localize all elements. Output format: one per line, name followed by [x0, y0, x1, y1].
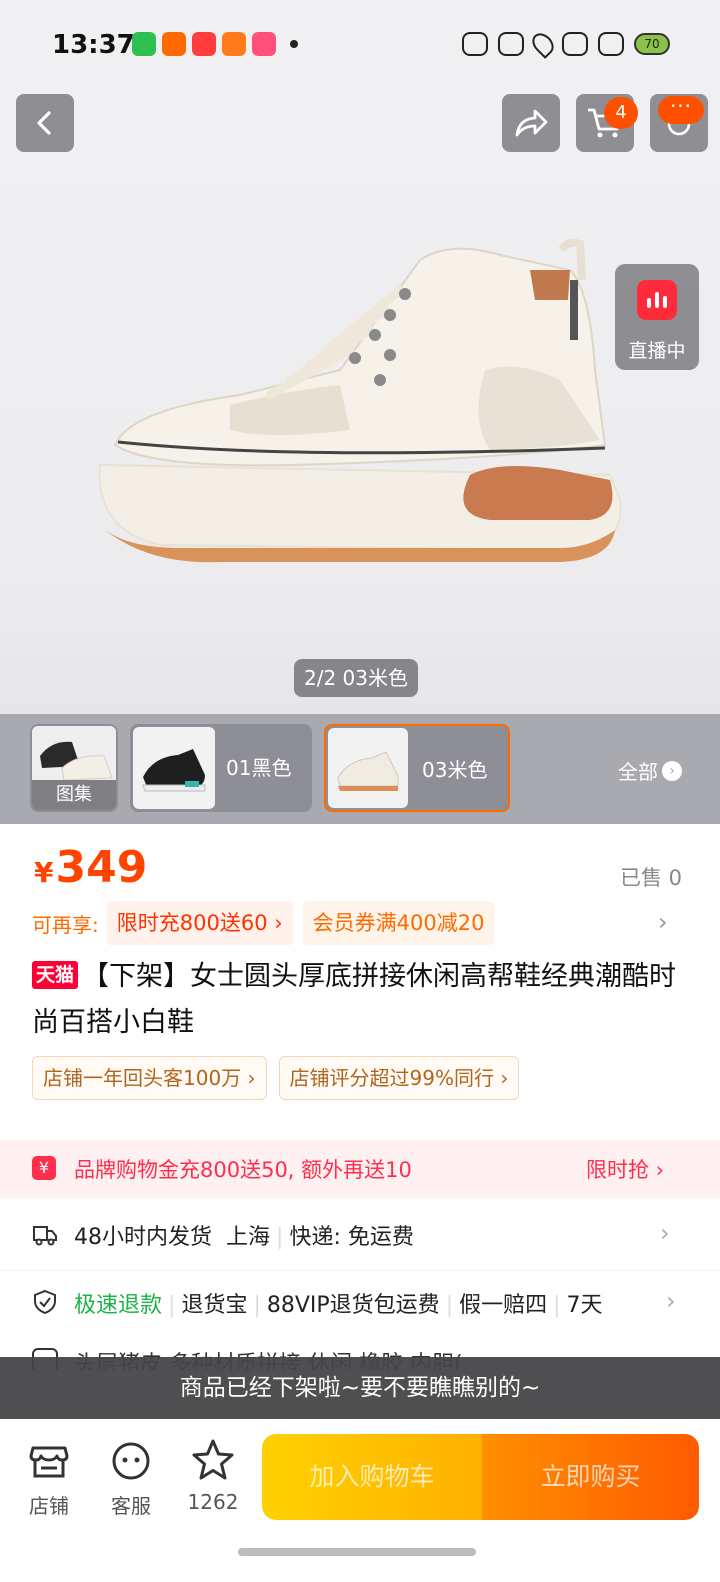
chevron-right-icon[interactable]: ›: [658, 908, 668, 936]
favorite-count: 1262: [187, 1490, 239, 1514]
tmall-badge: 天猫: [32, 961, 79, 989]
alarm-icon: [462, 32, 488, 56]
cart-count-badge: 4: [604, 97, 638, 129]
chevron-right-icon: ›: [660, 1287, 676, 1315]
star-icon: [192, 1439, 234, 1480]
location-icon: [528, 29, 558, 59]
shop-tag-rating[interactable]: 店铺评分超过99%同行 ›: [278, 1056, 520, 1100]
alibaba-icon: [162, 32, 186, 56]
mute-icon: [498, 32, 524, 56]
yuan-icon: ¥: [32, 1156, 56, 1180]
add-to-cart-button[interactable]: 加入购物车: [262, 1434, 482, 1520]
shipping-row[interactable]: 48小时内发货 上海 | 快递: 免运费 ›: [0, 1203, 720, 1263]
truck-icon: [33, 1226, 57, 1246]
price-currency: ¥: [34, 856, 54, 889]
promo-tag-coupon[interactable]: 会员券满400减20: [302, 901, 495, 945]
shopping-gold-banner[interactable]: ¥ 品牌购物金充800送50, 额外再送10 限时抢 ›: [0, 1140, 720, 1198]
618-app-icon: [252, 32, 276, 56]
share-button[interactable]: [502, 94, 560, 152]
signal-5g-icon: [598, 32, 624, 56]
buy-now-button[interactable]: 立即购买: [482, 1434, 699, 1520]
shop-tags: 店铺一年回头客100万 › 店铺评分超过99%同行 ›: [32, 1056, 520, 1100]
live-label: 直播中: [628, 340, 686, 362]
store-label: 店铺: [29, 1494, 69, 1518]
price-value: 349: [55, 842, 148, 893]
status-bar: 13:37 70: [0, 0, 720, 90]
variant-beige-image: [328, 728, 408, 808]
all-variants-button[interactable]: 全部 ›: [618, 756, 682, 785]
gallery-label: 图集: [32, 780, 116, 810]
product-title: 天猫 【下架】女士圆头厚底拼接休闲高帮鞋经典潮酷时尚百搭小白鞋: [32, 954, 692, 1046]
store-button[interactable]: 店铺: [14, 1438, 84, 1519]
bottom-action-bar: 店铺 客服 1262 加入购物车 立即购买: [0, 1420, 720, 1582]
battery-icon: 70: [634, 33, 670, 55]
variant-black-image: [133, 727, 215, 809]
live-bars-icon: [637, 280, 677, 320]
delisted-toast: 商品已经下架啦~要不要瞧瞧别的~: [0, 1357, 720, 1419]
chevron-left-icon: [37, 111, 51, 135]
service-label: 客服: [111, 1494, 151, 1518]
app-icon: [222, 32, 246, 56]
variant-strip: 图集 01黑色 03米色 全部 ›: [0, 714, 720, 824]
variant-label: 01黑色: [226, 756, 292, 780]
service-icon: [112, 1442, 150, 1480]
shop-tag-repeat-customers[interactable]: 店铺一年回头客100万 ›: [32, 1056, 267, 1100]
shield-check-icon: [34, 1289, 56, 1315]
status-app-icons: [132, 32, 298, 56]
favorite-button[interactable]: 1262: [178, 1438, 248, 1514]
gallery-thumbnail[interactable]: 图集: [30, 724, 118, 812]
gallery-shoes-image: [40, 741, 113, 781]
all-variants-label: 全部: [618, 760, 658, 784]
chevron-right-circle-icon: ›: [662, 760, 682, 781]
gold-banner-text: 品牌购物金充800送50, 额外再送10: [74, 1158, 412, 1182]
more-badge: ···: [658, 96, 704, 124]
promo-lead: 可再享:: [32, 912, 99, 937]
nfc-icon: [562, 32, 588, 56]
variant-option-black[interactable]: 01黑色: [130, 724, 312, 812]
returns-text: 极速退款 | 退货宝 | 88VIP退货包运费 | 假一赔四 | 7天: [74, 1293, 603, 1318]
store-icon: [29, 1446, 69, 1478]
back-button[interactable]: [16, 94, 74, 152]
live-stream-button[interactable]: 直播中: [615, 264, 699, 370]
home-indicator[interactable]: [238, 1548, 476, 1556]
product-title-text: 【下架】女士圆头厚底拼接休闲高帮鞋经典潮酷时尚百搭小白鞋: [32, 961, 677, 1038]
more-notifications-icon: [290, 40, 298, 48]
sold-count: 已售 0: [619, 866, 682, 890]
share-icon: [515, 109, 548, 137]
variant-label: 03米色: [422, 758, 488, 782]
shipping-text: 48小时内发货 上海 | 快递: 免运费: [74, 1225, 414, 1250]
price: ¥ 349: [34, 842, 147, 893]
wechat-icon: [132, 32, 156, 56]
image-counter: 2/2 03米色: [294, 659, 418, 697]
customer-service-button[interactable]: 客服: [96, 1438, 166, 1519]
returns-row[interactable]: 极速退款 | 退货宝 | 88VIP退货包运费 | 假一赔四 | 7天 ›: [0, 1270, 720, 1330]
product-shoe-image: [98, 238, 622, 563]
gold-banner-cta[interactable]: 限时抢 ›: [586, 1154, 664, 1184]
promo-row[interactable]: 可再享: 限时充800送60 › 会员券满400减20: [32, 900, 504, 946]
variant-option-beige[interactable]: 03米色: [324, 724, 510, 812]
status-time: 13:37: [52, 30, 135, 60]
status-indicators: 70: [462, 29, 670, 59]
promo-tag-recharge[interactable]: 限时充800送60 ›: [106, 901, 293, 945]
heart-app-icon: [192, 32, 216, 56]
chevron-right-icon: ›: [660, 1219, 670, 1247]
